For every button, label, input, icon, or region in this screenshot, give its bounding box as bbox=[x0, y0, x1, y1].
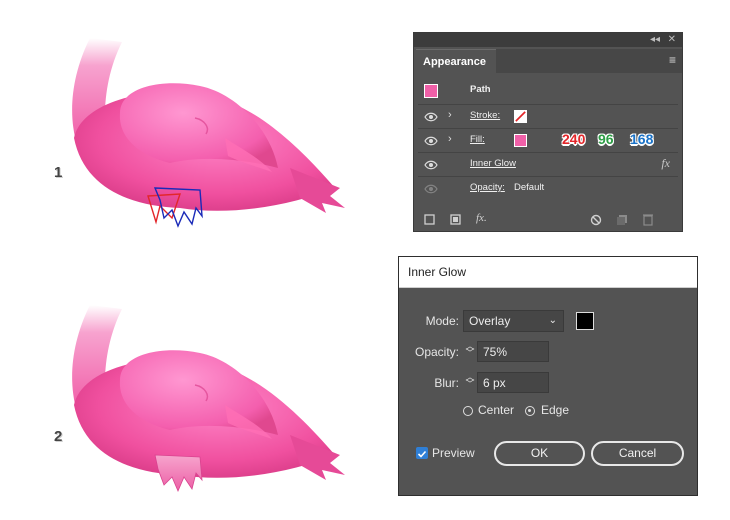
step-number-2: 2 bbox=[54, 428, 63, 445]
mode-select[interactable]: Overlay ⌄ bbox=[463, 310, 564, 332]
appearance-header-row[interactable]: Path bbox=[418, 79, 678, 105]
opacity-input[interactable]: 75% bbox=[477, 341, 549, 362]
fill-label[interactable]: Fill: bbox=[470, 134, 485, 145]
stroke-label[interactable]: Stroke: bbox=[470, 110, 500, 121]
clear-appearance-icon[interactable] bbox=[590, 214, 602, 226]
inner-glow-dialog: Inner Glow Mode: Overlay ⌄ Opacity: ︿ ﹀ 7… bbox=[398, 256, 698, 496]
blur-label: Blur: bbox=[434, 376, 459, 390]
chevron-right-icon[interactable]: › bbox=[448, 109, 452, 121]
inner-glow-label[interactable]: Inner Glow bbox=[470, 158, 516, 169]
step-number-1: 1 bbox=[54, 164, 63, 181]
cancel-button[interactable]: Cancel bbox=[591, 441, 684, 466]
opacity-stepper-icon[interactable]: ︿ ﹀ bbox=[465, 342, 475, 358]
ok-button[interactable]: OK bbox=[494, 441, 585, 466]
chevron-right-icon[interactable]: › bbox=[448, 133, 452, 145]
center-radio[interactable] bbox=[463, 406, 473, 416]
mode-label: Mode: bbox=[425, 314, 459, 328]
collapse-panel-icon[interactable]: ◂◂ bbox=[650, 33, 660, 47]
fx-icon[interactable]: fx bbox=[661, 156, 670, 171]
tab-strip bbox=[496, 49, 682, 73]
add-fill-icon[interactable] bbox=[450, 214, 461, 225]
stroke-none-swatch[interactable] bbox=[514, 110, 527, 123]
path-label: Path bbox=[470, 84, 491, 95]
inner-glow-row[interactable]: Inner Glow fx bbox=[418, 153, 678, 177]
blur-stepper-icon[interactable]: ︿ ﹀ bbox=[465, 373, 475, 389]
edge-radio[interactable] bbox=[525, 406, 535, 416]
fill-row[interactable]: › Fill: 240 96 168 bbox=[418, 129, 678, 153]
close-panel-icon[interactable]: ✕ bbox=[668, 33, 676, 47]
preview-checkbox[interactable] bbox=[416, 447, 428, 459]
glow-color-swatch[interactable] bbox=[576, 312, 594, 330]
center-label[interactable]: Center bbox=[478, 403, 514, 417]
dialog-title: Inner Glow bbox=[399, 257, 697, 288]
panel-titlebar[interactable]: ◂◂ ✕ bbox=[414, 33, 682, 47]
fill-green-value: 96 bbox=[598, 131, 614, 147]
path-thumbnail bbox=[424, 84, 438, 98]
eye-icon[interactable] bbox=[424, 182, 438, 196]
blur-input[interactable]: 6 px bbox=[477, 372, 549, 393]
eye-icon[interactable] bbox=[424, 134, 438, 148]
eye-icon[interactable] bbox=[424, 158, 438, 172]
opacity-value: Default bbox=[514, 182, 545, 193]
delete-item-icon[interactable] bbox=[642, 213, 654, 226]
add-stroke-icon[interactable] bbox=[424, 214, 435, 225]
panel-menu-icon[interactable]: ≡ bbox=[669, 53, 676, 67]
edge-label[interactable]: Edge bbox=[541, 403, 569, 417]
duplicate-item-icon[interactable] bbox=[616, 214, 628, 226]
chevron-down-icon: ⌄ bbox=[548, 315, 557, 326]
eye-icon[interactable] bbox=[424, 110, 438, 124]
flamingo-illustration-2 bbox=[72, 305, 345, 493]
fill-blue-value: 168 bbox=[630, 131, 654, 147]
tab-appearance[interactable]: Appearance bbox=[416, 49, 496, 73]
panel-bottom-toolbar: fx. bbox=[414, 209, 682, 231]
opacity-label[interactable]: Opacity: bbox=[470, 182, 505, 193]
appearance-panel: ◂◂ ✕ Appearance ≡ Path › Stroke: › Fill:… bbox=[413, 32, 683, 232]
add-effect-icon[interactable]: fx. bbox=[476, 212, 487, 224]
fill-red-value: 240 bbox=[562, 131, 586, 147]
flamingo-illustration-1 bbox=[72, 38, 345, 228]
opacity-field-label: Opacity: bbox=[414, 345, 459, 359]
preview-label[interactable]: Preview bbox=[432, 446, 475, 460]
opacity-row[interactable]: Opacity: Default bbox=[418, 177, 678, 201]
stroke-row[interactable]: › Stroke: bbox=[418, 105, 678, 129]
fill-swatch[interactable] bbox=[514, 134, 527, 147]
mode-value: Overlay bbox=[469, 314, 511, 328]
checkmark-icon bbox=[417, 450, 427, 458]
